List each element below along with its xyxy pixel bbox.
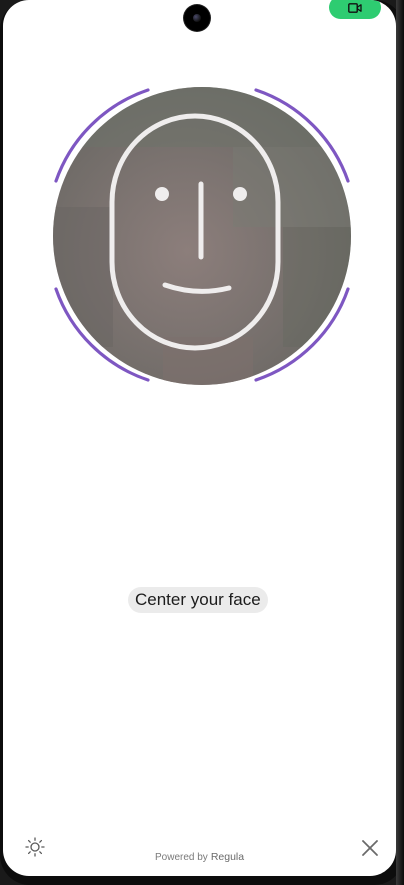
powered-by-label: Powered by [155,851,208,863]
brand-logo: Regula [211,851,244,863]
close-icon [362,840,378,856]
face-right-eye [233,187,247,201]
brand-name: Regula [210,851,245,863]
video-camera-icon [348,2,362,13]
powered-by-footer: Powered by Regula [155,851,244,863]
recording-indicator [329,0,381,19]
sun-icon [25,837,45,857]
brightness-button[interactable] [23,835,47,859]
device-bezel [396,0,404,885]
app-screen: Center your face Powered by Regula [3,0,396,876]
face-outline-icon [109,113,281,351]
face-capture-area [49,84,355,386]
device-frame: Center your face Powered by Regula [0,0,404,885]
face-left-eye [155,187,169,201]
instruction-hint: Center your face [128,587,268,613]
close-button[interactable] [358,836,382,860]
front-camera [184,5,210,31]
